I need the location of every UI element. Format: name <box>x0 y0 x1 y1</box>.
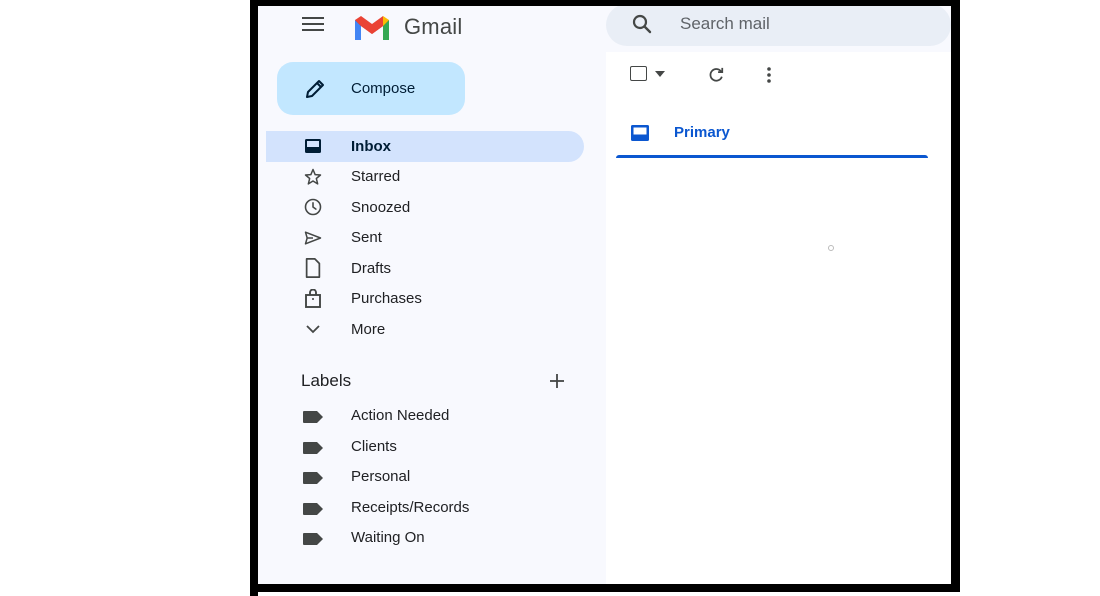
sidebar-item-label: Starred <box>351 168 401 186</box>
tab-label: Primary <box>674 124 730 141</box>
sidebar-nav: Inbox Starred Snoozed Sent Drafts Purcha… <box>266 131 584 345</box>
labels-list: Action Needed Clients Personal Receipts/… <box>266 402 584 555</box>
sidebar-item-label: Purchases <box>351 290 422 308</box>
compose-label: Compose <box>351 80 416 97</box>
shopping-bag-icon <box>302 288 324 310</box>
label-item-clients[interactable]: Clients <box>266 433 584 464</box>
mail-list-pane: Primary <box>606 52 951 584</box>
label-name: Clients <box>351 437 397 455</box>
pencil-icon <box>306 79 324 98</box>
chevron-down-icon <box>302 318 324 340</box>
sidebar-item-inbox[interactable]: Inbox <box>266 131 584 162</box>
select-all-checkbox[interactable] <box>630 66 647 81</box>
inbox-icon <box>631 125 649 141</box>
label-tag-icon <box>303 411 323 423</box>
search-input[interactable] <box>678 12 922 36</box>
gmail-m-icon <box>355 16 389 40</box>
sidebar-item-more[interactable]: More <box>266 314 584 345</box>
clock-icon <box>302 196 324 218</box>
search-bar <box>606 6 951 46</box>
select-dropdown[interactable] <box>630 66 665 81</box>
labels-title: Labels <box>301 371 352 390</box>
sidebar-item-label: More <box>351 320 386 338</box>
label-tag-icon <box>303 472 323 484</box>
more-vertical-icon[interactable] <box>766 65 772 85</box>
hamburger-menu-icon <box>302 17 324 31</box>
caret-down-icon[interactable] <box>655 70 665 77</box>
tab-primary[interactable]: Primary <box>616 110 928 158</box>
sidebar-item-label: Sent <box>351 229 382 247</box>
search-icon[interactable] <box>630 12 654 36</box>
label-tag-icon <box>303 502 323 515</box>
label-name: Action Needed <box>351 407 450 424</box>
label-name: Waiting On <box>351 529 425 546</box>
compose-button[interactable]: Compose <box>277 62 465 115</box>
loading-indicator <box>828 245 834 251</box>
inbox-icon <box>302 135 324 157</box>
mail-toolbar <box>606 52 951 102</box>
label-item-waiting-on[interactable]: Waiting On <box>266 524 584 555</box>
main-menu-button[interactable] <box>294 14 334 34</box>
labels-section-header: Labels <box>301 368 571 394</box>
screenshot-bottom-edge <box>258 592 960 596</box>
gmail-logo[interactable]: Gmail <box>352 12 462 42</box>
star-icon <box>302 166 324 188</box>
sidebar-item-label: Snoozed <box>351 198 411 216</box>
sidebar-item-snoozed[interactable]: Snoozed <box>266 192 584 223</box>
sidebar-item-sent[interactable]: Sent <box>266 223 584 254</box>
plus-icon <box>550 374 564 388</box>
label-item-personal[interactable]: Personal <box>266 463 584 494</box>
gmail-window: Gmail Compose Inbox Starred <box>258 6 951 584</box>
category-tabs: Primary <box>606 110 951 158</box>
sidebar-item-purchases[interactable]: Purchases <box>266 284 584 315</box>
label-tag-icon <box>303 533 323 545</box>
label-item-receipts-records[interactable]: Receipts/Records <box>266 494 584 525</box>
sidebar-item-drafts[interactable]: Drafts <box>266 253 584 284</box>
label-name: Personal <box>351 468 411 485</box>
sidebar-item-label: Drafts <box>351 259 392 277</box>
label-item-action-needed[interactable]: Action Needed <box>266 402 584 433</box>
app-name: Gmail <box>404 14 463 39</box>
label-tag-icon <box>303 441 323 454</box>
sidebar-item-starred[interactable]: Starred <box>266 162 584 193</box>
draft-icon <box>302 257 324 279</box>
active-tab-indicator <box>616 155 928 158</box>
label-name: Receipts/Records <box>351 498 470 516</box>
send-icon <box>302 227 324 249</box>
refresh-icon[interactable] <box>706 65 726 85</box>
sidebar-item-label: Inbox <box>351 137 391 155</box>
create-label-button[interactable] <box>543 368 571 394</box>
